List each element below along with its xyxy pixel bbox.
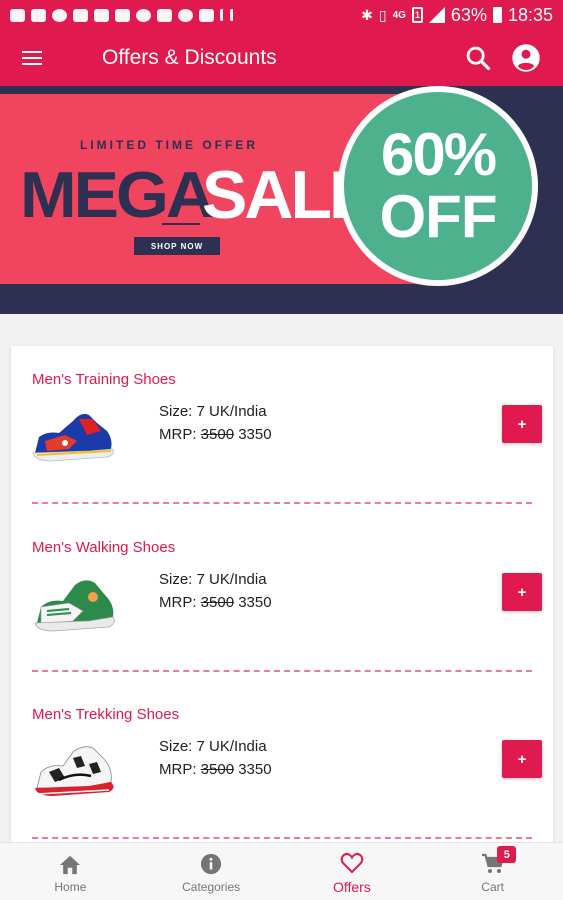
bluetooth-icon: ✱: [361, 6, 373, 23]
list-item[interactable]: Men's Walking Shoes Size: 7 UK/India MRP…: [11, 514, 553, 682]
notification-icons: [10, 8, 234, 22]
record-icon-2: [136, 8, 151, 22]
product-size: Size: 7 UK/India: [159, 738, 267, 755]
shop-now-button[interactable]: SHOP NOW: [134, 237, 220, 255]
signal-icon: [428, 7, 445, 23]
info-icon: [201, 853, 222, 875]
product-size: Size: 7 UK/India: [159, 403, 267, 420]
product-title[interactable]: Men's Walking Shoes: [32, 539, 175, 556]
status-bar: ✱ ▯ 4G 1 63% 18:35: [0, 0, 563, 30]
cart-count-badge: 5: [497, 846, 517, 863]
mail-icon: [199, 8, 214, 22]
nav-offers[interactable]: Offers: [282, 843, 423, 900]
nav-home[interactable]: Home: [0, 843, 141, 900]
promo-banner[interactable]: LIMITED TIME OFFER MEGA SALE SHOP NOW 60…: [0, 86, 563, 314]
youtube-icon: [31, 8, 46, 22]
nav-categories-label: Categories: [182, 880, 241, 894]
discounted-price: 3350: [238, 761, 272, 778]
clock: 18:35: [507, 4, 553, 25]
nav-cart[interactable]: Cart 5: [422, 843, 563, 900]
image-icon: [94, 8, 109, 22]
walking-shoe-image: [34, 580, 115, 632]
trekking-shoe-image: [35, 746, 114, 796]
nav-cart-label: Cart: [481, 880, 504, 894]
discount-badge: 60% OFF: [344, 92, 532, 280]
home-icon: [60, 855, 81, 875]
training-shoe-image: [32, 413, 114, 462]
banner-divider: [162, 223, 200, 225]
download-done-icon: [157, 8, 172, 22]
banner-kicker: LIMITED TIME OFFER: [80, 138, 258, 152]
battery-percent: 63%: [450, 4, 487, 25]
add-to-cart-button[interactable]: +: [502, 573, 542, 611]
discount-percent: 60%: [380, 121, 497, 188]
product-list: Men's Training Shoes Size: 7 UK/India MR…: [11, 346, 553, 866]
account-icon: [512, 44, 540, 72]
add-to-cart-button[interactable]: +: [502, 740, 542, 778]
heart-icon: [340, 853, 364, 874]
product-title[interactable]: Men's Trekking Shoes: [32, 706, 179, 723]
search-icon: [466, 46, 491, 71]
chat-icon: [10, 8, 25, 22]
dashed-divider: [32, 837, 532, 839]
original-price: 3500: [200, 426, 235, 443]
news-icon: [115, 8, 130, 22]
add-to-cart-button[interactable]: +: [502, 405, 542, 443]
list-item[interactable]: Men's Training Shoes Size: 7 UK/India MR…: [11, 346, 553, 514]
menu-button[interactable]: [0, 30, 64, 86]
discount-off: OFF: [379, 183, 498, 250]
mrp-label: MRP:: [159, 761, 201, 778]
product-price: MRP: 3500 3350: [159, 426, 272, 443]
list-item[interactable]: Men's Trekking Shoes Size: 7 UK/India MR…: [11, 681, 553, 849]
battery-icon: [492, 7, 502, 23]
product-price: MRP: 3500 3350: [159, 594, 272, 611]
nav-offers-label: Offers: [332, 879, 371, 895]
nav-home-label: Home: [54, 880, 87, 894]
vibrate-icon: ▯: [378, 6, 387, 23]
original-price: 3500: [200, 761, 235, 778]
product-price: MRP: 3500 3350: [159, 761, 272, 778]
original-price: 3500: [200, 594, 235, 611]
search-button[interactable]: [461, 41, 495, 75]
alert-icon: [220, 9, 224, 21]
account-button[interactable]: [509, 41, 543, 75]
discounted-price: 3350: [238, 594, 272, 611]
bottom-navigation: Home Categories Offers Cart 5: [0, 842, 563, 900]
settings-notification-icon: [73, 8, 88, 22]
page-title: Offers & Discounts: [102, 46, 277, 69]
nav-categories[interactable]: Categories: [141, 843, 282, 900]
alert-icon-2: [230, 9, 234, 21]
mrp-label: MRP:: [159, 594, 201, 611]
sim-indicator: 1: [411, 7, 423, 23]
record-icon-3: [178, 8, 193, 22]
record-icon: [52, 8, 67, 22]
app-bar: Offers & Discounts: [0, 30, 563, 86]
product-title[interactable]: Men's Training Shoes: [32, 371, 176, 388]
mrp-label: MRP:: [159, 426, 201, 443]
menu-icon: [22, 51, 42, 65]
discounted-price: 3350: [238, 426, 272, 443]
product-size: Size: 7 UK/India: [159, 571, 267, 588]
dashed-divider: [32, 502, 532, 504]
network-type: 4G: [392, 9, 406, 21]
banner-headline-mega: MEGA: [20, 158, 215, 232]
dashed-divider: [32, 670, 532, 672]
